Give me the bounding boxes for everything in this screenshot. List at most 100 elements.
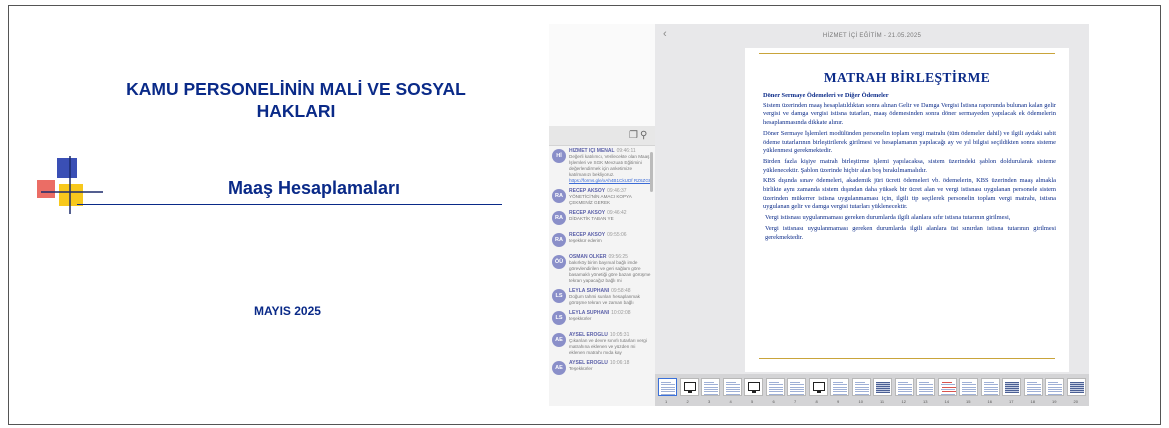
- thumbnail-number: 15: [966, 399, 971, 404]
- thumbnail-number: 2: [686, 399, 689, 404]
- slide-thumbnail[interactable]: [851, 378, 871, 396]
- thumbnail-number: 8: [815, 399, 818, 404]
- thumbnail-number: 7: [794, 399, 797, 404]
- copy-icon[interactable]: ❐: [629, 130, 638, 141]
- chat-message: RA RECEP AKSOY 09:46:42 DİDAKTİK TABAN YE: [549, 208, 655, 230]
- slide-thumbnail[interactable]: [787, 378, 806, 396]
- chat-time: 09:55:06: [607, 232, 627, 238]
- slide-frame: KAMU PERSONELİNİN MALİ VE SOSYAL HAKLARI…: [8, 5, 1161, 425]
- search-icon[interactable]: ⚲: [640, 130, 647, 141]
- slide-thumbnail[interactable]: [722, 378, 742, 396]
- thumbnail-number: 19: [1052, 399, 1057, 404]
- thumbnail-number: 10: [858, 399, 863, 404]
- slide-thumbnail[interactable]: [765, 378, 785, 396]
- chat-text: teşekkürler: [569, 316, 592, 321]
- meeting-screenshot: ❐ ⚲ Hİ HİZMET İÇİ MENAL 09:46:11 Değerli ka…: [549, 24, 1089, 406]
- subtitle-underline: [77, 204, 502, 205]
- chat-panel-blank: [549, 24, 655, 126]
- chat-message: RA RECEP AKSOY 09:46:37 YÖNETİCİ'NİN AMACI …: [549, 186, 655, 208]
- chat-time: 10:02:08: [611, 310, 631, 316]
- avatar: Hİ: [552, 149, 566, 163]
- slide-subtitle: Maaş Hesaplamaları: [227, 178, 401, 198]
- chat-link[interactable]: https://forms.gle/xAh4B1CkUDf RZ6ZG8: [569, 178, 652, 184]
- document-body: Döner Sermaye Ödemeleri ve Diğer Ödemele…: [763, 92, 1056, 244]
- chat-time: 10:06:18: [609, 360, 630, 366]
- chat-text: bakırköy birim bayınıal bağlı imde görev…: [569, 260, 651, 283]
- chat-message-list[interactable]: Hİ HİZMET İÇİ MENAL 09:46:11 Değerli katılı…: [549, 146, 655, 406]
- document-paragraph: KBS dışında sınav ödemeleri, akademik jü…: [763, 177, 1056, 211]
- thumbnail-number: 20: [1073, 399, 1078, 404]
- thumbnail-number: 16: [987, 399, 992, 404]
- slide-thumbnail[interactable]: [894, 378, 914, 396]
- slide-thumbnail[interactable]: [679, 378, 699, 396]
- slide-thumbnail[interactable]: [980, 378, 1000, 396]
- date-month: MAYIS: [254, 304, 291, 318]
- bottom-gold-rule: [759, 358, 1055, 359]
- slide-thumbnail[interactable]: [959, 378, 978, 396]
- top-gold-rule: [759, 53, 1055, 54]
- date-year: 2025: [294, 304, 321, 318]
- slide-thumbnail[interactable]: [937, 378, 957, 396]
- avatar: AE: [552, 333, 566, 347]
- chat-message: LS LEYLA SÜPHANİ 09:58:48 Doğum tahmi sunla…: [549, 286, 655, 308]
- slide-thumbnail[interactable]: [744, 378, 763, 396]
- document-paragraph: Vergi istisnası uygulanmaması gereken du…: [765, 214, 1011, 222]
- thumbnail-number: 14: [944, 399, 949, 404]
- slide-thumbnail[interactable]: [1045, 378, 1064, 396]
- thumbnail-number: 17: [1009, 399, 1014, 404]
- chat-text: Değerli katılımcı, Verilecekte olan Maaş…: [569, 154, 650, 177]
- slide-thumbnail[interactable]: [830, 378, 849, 396]
- document-section-heading: Döner Sermaye Ödemeleri ve Diğer Ödemele…: [763, 92, 889, 99]
- thumbnail-number: 4: [729, 399, 732, 404]
- chat-toolbar: ❐ ⚲: [549, 126, 655, 146]
- avatar: RA: [552, 233, 566, 247]
- viewer-header: HİZMET İÇİ EĞİTİM - 21.05.2025: [822, 33, 922, 39]
- slide-thumbnail[interactable]: [701, 378, 720, 396]
- document-title: MATRAH BİRLEŞTİRME: [823, 70, 991, 85]
- chat-text: Teşekkürler: [569, 366, 593, 371]
- chat-text: teşekkür ederim: [569, 238, 602, 243]
- thumbnail-number: 9: [837, 399, 840, 404]
- thumbnail-number: 13: [923, 399, 928, 404]
- slide-thumbnail[interactable]: [808, 378, 828, 396]
- thumbnail-number: 1: [665, 399, 668, 404]
- thumbnail-number: 6: [772, 399, 775, 404]
- chat-message: LS LEYLA SÜPHANİ 10:02:08 teşekkürler: [549, 308, 655, 330]
- slide-thumbnail[interactable]: [658, 378, 677, 396]
- avatar: AE: [552, 361, 566, 375]
- chat-text: Doğum tahmi sunları hesaplanmak görüşme …: [569, 294, 640, 305]
- chat-message: ÖÜ OSMAN ÖLKER 09:56:25 bakırköy birim bayı…: [549, 252, 655, 286]
- slide-date: MAYIS 2025: [254, 304, 321, 318]
- decorative-squares-icon: [37, 156, 103, 214]
- avatar: LS: [552, 311, 566, 325]
- thumbnail-number: 18: [1030, 399, 1035, 404]
- chat-text: Çıkarılan ve devre sınırlı tutarları ver…: [569, 338, 647, 355]
- chat-scrollbar[interactable]: [650, 152, 653, 192]
- document-page: MATRAH BİRLEŞTİRME Döner Sermaye Ödemele…: [745, 48, 1069, 372]
- chat-message: Hİ HİZMET İÇİ MENAL 09:46:11 Değerli katılı…: [549, 146, 655, 186]
- chat-text: YÖNETİCİ'NİN AMACI KOPYA ÇEKMENİZ GEREK: [569, 194, 632, 205]
- chat-message: RA RECEP AKSOY 09:55:06 teşekkür ederim: [549, 230, 655, 252]
- chat-text: DİDAKTİK TABAN YE: [569, 216, 614, 221]
- document-paragraph: Döner Sermaye İşlemleri modülünden perso…: [763, 129, 1056, 155]
- thumbnail-strip[interactable]: 1 2 3 4 5 6 7 8 9 10 11 12 13 14 15 16 17 18 19 20: [655, 374, 1089, 406]
- chat-panel: ❐ ⚲ Hİ HİZMET İÇİ MENAL 09:46:11 Değerli ka…: [549, 24, 655, 406]
- slide-thumbnail[interactable]: [916, 378, 935, 396]
- thumbnail-number: 11: [880, 399, 885, 404]
- avatar: LS: [552, 289, 566, 303]
- avatar: RA: [552, 189, 566, 203]
- slide-thumbnail[interactable]: [1002, 378, 1021, 396]
- avatar: RA: [552, 211, 566, 225]
- document-viewer: ‹ HİZMET İÇİ EĞİTİM - 21.05.2025 MATRAH …: [655, 24, 1089, 374]
- document-paragraph: Sistem üzerinden maaş hesaplatıldıktan s…: [763, 101, 1056, 127]
- thumbnail-number: 5: [751, 399, 754, 404]
- chat-message: AE AYSEL EROĞLU 10:05:31 Çıkarılan ve devre…: [549, 330, 655, 358]
- avatar: ÖÜ: [552, 255, 566, 269]
- slide-thumbnail[interactable]: [1023, 378, 1043, 396]
- thumbnail-number: 3: [708, 399, 711, 404]
- thumbnail-number: 12: [901, 399, 906, 404]
- slide-thumbnail[interactable]: [1066, 378, 1086, 396]
- chat-message: AE AYSEL EROĞLU 10:06:18 Teşekkürler: [549, 358, 655, 380]
- document-paragraph: Vergi istisnası uygulanmaması gereken du…: [765, 224, 1056, 241]
- slide-thumbnail[interactable]: [873, 378, 892, 396]
